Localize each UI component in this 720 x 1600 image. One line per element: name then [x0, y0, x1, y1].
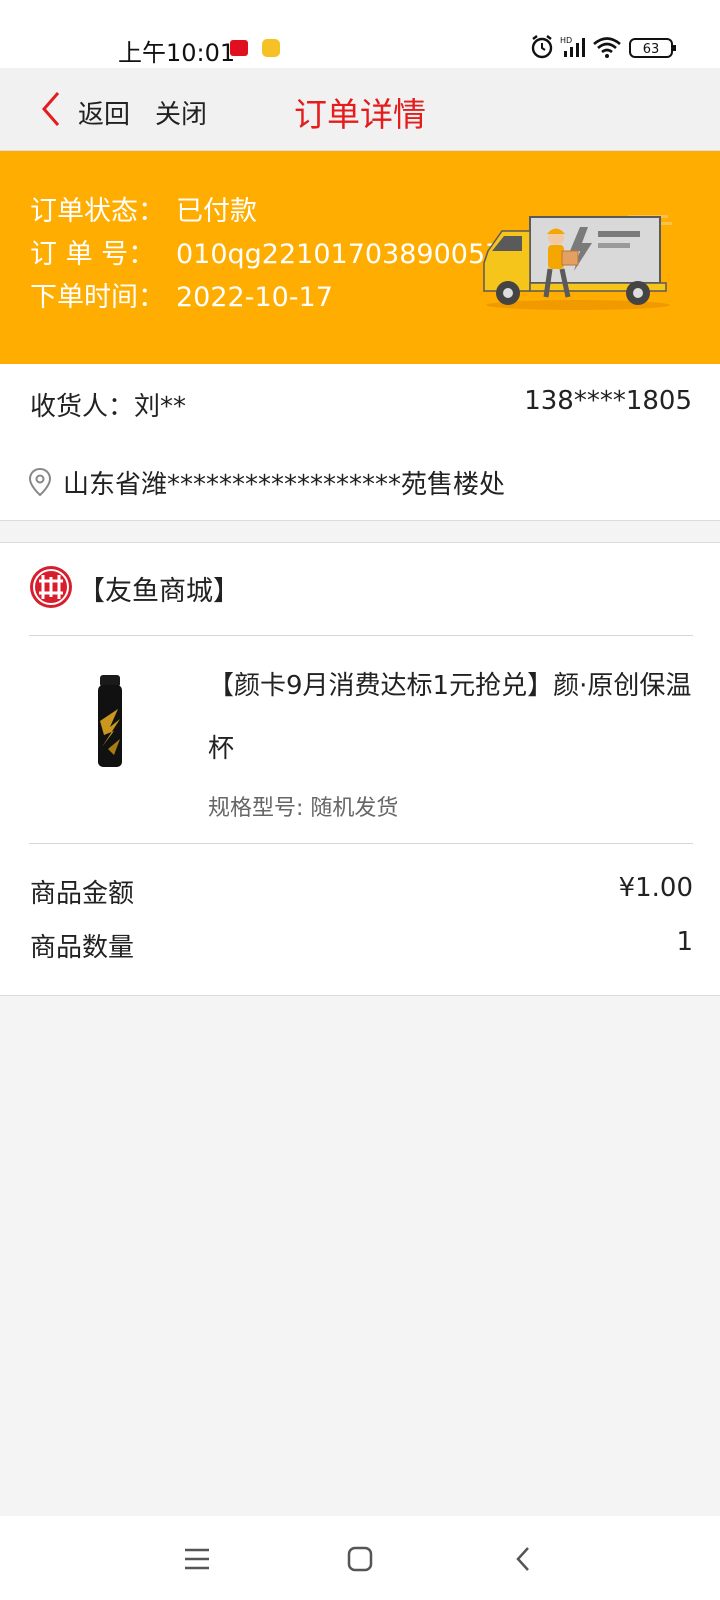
- receiver-name: 收货人：刘**: [30, 392, 187, 422]
- order-number-row: 订 单 号： 010qg22101703890057: [30, 232, 502, 271]
- status-bar: 上午10:01 HD 63: [0, 0, 720, 68]
- order-time-label: 下单时间：: [30, 282, 165, 313]
- status-icons: HD 63: [531, 35, 676, 59]
- app-notification-icon-2: [262, 39, 280, 57]
- app-notification-icon: [230, 40, 248, 56]
- product-title[interactable]: 【颜卡9月消费达标1元抢兑】颜·原创保温杯: [208, 655, 694, 781]
- shop-logo: [30, 566, 72, 608]
- order-number-value: 010qg22101703890057: [176, 239, 503, 270]
- system-nav-bar: [0, 1516, 720, 1600]
- address-card[interactable]: 收货人：刘** 138****1805 山东省潍****************…: [0, 364, 720, 521]
- product-spec: 规格型号: 随机发货: [208, 796, 399, 821]
- shop-name[interactable]: 【友鱼商城】: [78, 569, 240, 608]
- alarm-icon: [531, 35, 553, 59]
- amount-value: ¥1.00: [618, 873, 693, 903]
- top-nav-bar: 返回 关闭 订单详情: [0, 68, 720, 151]
- divider: [29, 843, 693, 844]
- order-status-banner: 订单状态： 已付款 订 单 号： 010qg22101703890057 下单时间：…: [0, 151, 720, 364]
- home-icon[interactable]: [343, 1542, 377, 1576]
- divider: [29, 635, 693, 636]
- menu-icon[interactable]: [180, 1542, 214, 1576]
- order-item-card: 【友鱼商城】 【颜卡9月消费达标1元抢兑】颜·原创保温杯 规格型号: 随机发货 …: [0, 542, 720, 996]
- amount-label: 商品金额: [30, 879, 135, 909]
- order-number-label: 订 单 号：: [30, 239, 156, 270]
- order-time-value: 2022-10-17: [176, 282, 333, 313]
- quantity-value: 1: [676, 927, 693, 957]
- wifi-icon: [593, 37, 621, 58]
- page-title: 订单详情: [294, 95, 426, 134]
- quantity-label: 商品数量: [30, 933, 135, 963]
- location-pin-icon: [28, 467, 52, 497]
- svg-text:HD: HD: [560, 36, 572, 45]
- back-icon[interactable]: [507, 1542, 541, 1576]
- status-time: 上午10:01: [118, 39, 236, 67]
- product-thumbnail[interactable]: [88, 673, 132, 769]
- svg-text:63: 63: [643, 42, 660, 57]
- delivery-address: 山东省潍******************苑售楼处: [63, 470, 506, 500]
- order-status-label: 订单状态：: [30, 196, 165, 227]
- order-time-row: 下单时间： 2022-10-17: [30, 275, 333, 314]
- delivery-truck-illustration: [483, 215, 672, 310]
- battery-icon: 63: [629, 38, 676, 58]
- receiver-phone: 138****1805: [524, 386, 692, 416]
- order-status-row: 订单状态： 已付款: [30, 189, 257, 228]
- hd-signal-icon: HD: [560, 36, 585, 57]
- order-status-value: 已付款: [176, 196, 257, 227]
